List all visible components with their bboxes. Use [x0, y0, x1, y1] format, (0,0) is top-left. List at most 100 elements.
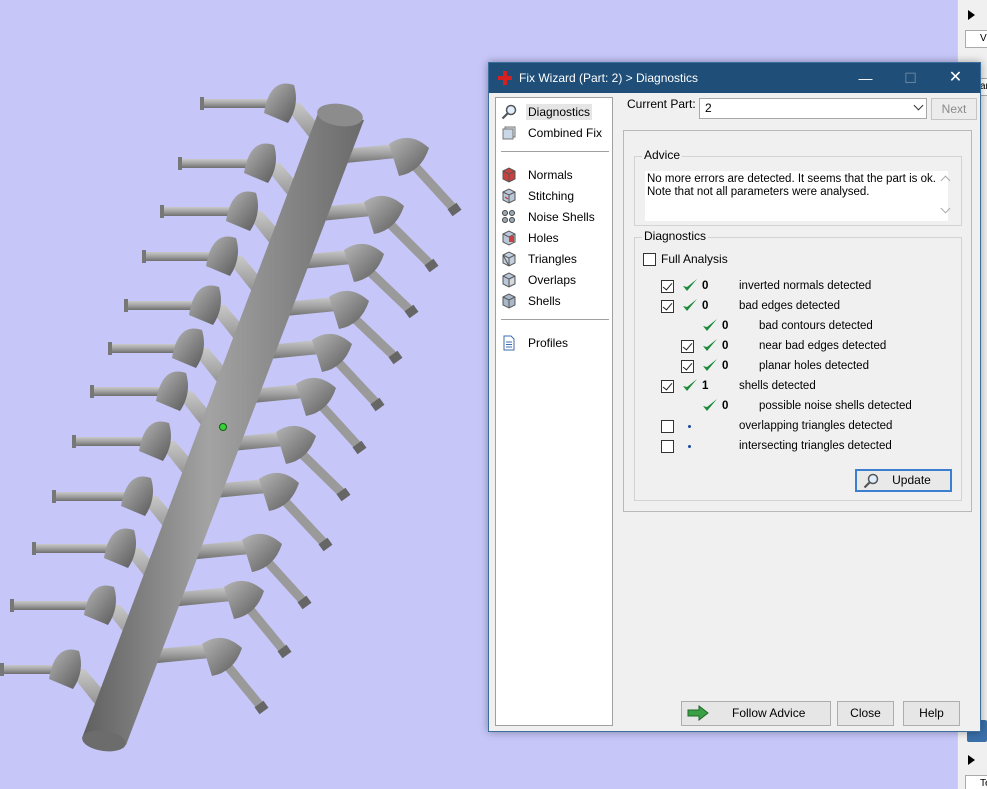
normals-icon: [502, 167, 516, 183]
profiles-icon: [503, 335, 515, 351]
overlaps-icon: [502, 272, 516, 288]
pending-dot-icon: [688, 445, 691, 448]
window-title: Fix Wizard (Part: 2) > Diagnostics: [519, 71, 699, 85]
nav-separator: [501, 151, 609, 152]
green-arrow-icon: [687, 705, 709, 721]
nav-item-normals[interactable]: Normals: [501, 165, 609, 185]
nav-item-label: Diagnostics: [526, 104, 593, 120]
row-checkbox[interactable]: [681, 340, 694, 353]
row-label: bad edges detected: [739, 300, 841, 312]
fix-wizard-dialog: Fix Wizard (Part: 2) > Diagnostics — ☐ ✕…: [488, 62, 981, 732]
current-part-label: Current Part:: [627, 97, 696, 111]
follow-advice-button[interactable]: Follow Advice: [681, 701, 831, 726]
close-window-button[interactable]: ✕: [933, 63, 978, 93]
row-count: 0: [722, 360, 729, 372]
update-button[interactable]: Update: [855, 469, 952, 492]
nav-separator-2: [501, 319, 609, 320]
nav-item-label: Holes: [528, 231, 559, 245]
green-check-icon: [703, 399, 717, 411]
scroll-down-icon[interactable]: [940, 203, 951, 214]
nav-item-combined-fix[interactable]: Combined Fix: [501, 123, 609, 143]
strip-field-1-text: Vi: [980, 33, 987, 44]
noise-shells-icon: [502, 210, 515, 223]
update-label: Update: [892, 473, 931, 487]
advice-line-1: No more errors are detected. It seems th…: [647, 173, 936, 185]
minimize-button[interactable]: —: [843, 63, 888, 93]
row-count: 0: [722, 340, 729, 352]
row-count: 0: [722, 320, 729, 332]
row-label: inverted normals detected: [739, 280, 872, 292]
origin-marker: [219, 423, 227, 431]
advice-scrollbar[interactable]: [937, 171, 955, 219]
row-label: intersecting triangles detected: [739, 440, 892, 452]
green-check-icon: [703, 339, 717, 351]
close-button[interactable]: Close: [837, 701, 894, 726]
row-label: overlapping triangles detected: [739, 420, 893, 432]
diagnostics-group: Diagnostics Full Analysis 0 inverted norm…: [634, 229, 962, 501]
nav-item-label: Profiles: [528, 336, 569, 350]
row-count: 0: [702, 300, 709, 312]
nav-item-diagnostics[interactable]: Diagnostics: [501, 102, 609, 122]
row-label: bad contours detected: [759, 320, 873, 332]
nav-item-shells[interactable]: Shells: [501, 291, 609, 311]
expand-arrow-icon-2[interactable]: [968, 755, 975, 765]
magnifier-icon: [863, 473, 879, 489]
pending-dot-icon: [688, 425, 691, 428]
green-check-icon: [703, 319, 717, 331]
nav-item-label: Normals: [528, 168, 573, 182]
stitching-icon: [502, 188, 516, 204]
green-check-icon: [683, 299, 697, 311]
title-bar[interactable]: Fix Wizard (Part: 2) > Diagnostics — ☐ ✕: [489, 63, 980, 93]
nav-item-label: Stitching: [528, 189, 575, 203]
diagnostics-panel: Advice No more errors are detected. It s…: [623, 130, 972, 512]
strip-field-3[interactable]: Te: [965, 775, 987, 789]
nav-item-label: Combined Fix: [528, 126, 603, 140]
chevron-down-icon: [913, 100, 924, 111]
red-cross-icon: [498, 71, 512, 85]
scroll-up-icon[interactable]: [940, 175, 951, 186]
row-label: planar holes detected: [759, 360, 869, 372]
next-button[interactable]: Next: [931, 98, 977, 120]
row-checkbox[interactable]: [661, 280, 674, 293]
nav-item-holes[interactable]: Holes: [501, 228, 609, 248]
nav-item-profiles[interactable]: Profiles: [501, 333, 609, 353]
nav-item-stitching[interactable]: Stitching: [501, 186, 609, 206]
maximize-button[interactable]: ☐: [888, 63, 933, 93]
fix-nav-panel: Diagnostics Combined Fix Normals Stitchi…: [495, 97, 613, 726]
magnifier-icon: [501, 104, 517, 120]
branch-right: [148, 637, 269, 715]
row-checkbox[interactable]: [681, 360, 694, 373]
expand-arrow-icon[interactable]: [968, 10, 975, 20]
row-checkbox[interactable]: [661, 380, 674, 393]
strip-field-3-text: Te: [980, 778, 987, 789]
row-label: near bad edges detected: [759, 340, 887, 352]
advice-title: Advice: [642, 148, 683, 162]
strip-field-1[interactable]: Vi: [965, 30, 987, 48]
full-analysis-checkbox[interactable]: [643, 253, 656, 266]
follow-advice-label: Follow Advice: [732, 706, 806, 720]
row-checkbox[interactable]: [661, 440, 674, 453]
holes-icon: [502, 230, 516, 246]
row-checkbox[interactable]: [661, 300, 674, 313]
advice-text-box[interactable]: No more errors are detected. It seems th…: [645, 171, 948, 221]
full-analysis-label: Full Analysis: [661, 252, 728, 266]
row-label: possible noise shells detected: [759, 400, 912, 412]
current-part-select[interactable]: 2: [699, 98, 927, 119]
nav-item-label: Noise Shells: [528, 210, 595, 224]
green-check-icon: [703, 359, 717, 371]
nav-item-label: Triangles: [528, 252, 577, 266]
nav-item-triangles[interactable]: Triangles: [501, 249, 609, 269]
row-checkbox[interactable]: [661, 420, 674, 433]
nav-item-label: Overlaps: [528, 273, 577, 287]
shells-icon: [502, 293, 516, 309]
nav-item-overlaps[interactable]: Overlaps: [501, 270, 609, 290]
combined-fix-icon: [502, 126, 516, 140]
row-count: 0: [702, 280, 709, 292]
nav-item-label: Shells: [528, 294, 561, 308]
current-part-value: 2: [705, 101, 712, 115]
row-count: 0: [722, 400, 729, 412]
green-check-icon: [683, 379, 697, 391]
advice-group: Advice No more errors are detected. It s…: [634, 148, 962, 226]
nav-item-noise-shells[interactable]: Noise Shells: [501, 207, 609, 227]
help-button[interactable]: Help: [903, 701, 960, 726]
